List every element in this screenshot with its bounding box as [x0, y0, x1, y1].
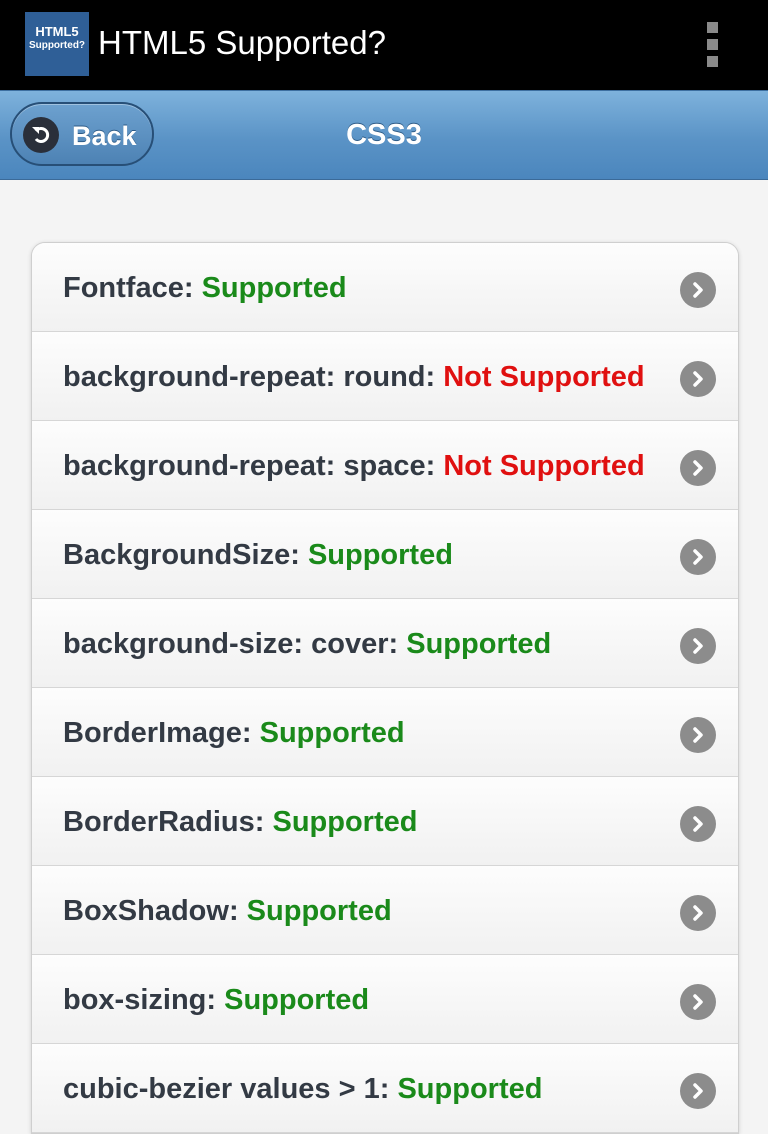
feature-name: BorderRadius: [63, 806, 273, 838]
feature-name: BackgroundSize: [63, 539, 308, 571]
feature-name: background-repeat: space: [63, 450, 444, 482]
list-item[interactable]: cubic-bezier values > 1: Supported [32, 1044, 738, 1133]
chevron-right-icon[interactable] [680, 1073, 716, 1109]
feature-status: Not Supported [443, 361, 645, 393]
feature-status: Not Supported [443, 450, 645, 482]
feature-status: Supported [397, 1073, 543, 1105]
feature-name: box-sizing: [63, 984, 225, 1016]
feature-name: background-size: cover: [63, 628, 407, 660]
list-item[interactable]: background-size: cover: Supported [32, 599, 738, 688]
feature-label: BorderImage: Supported [63, 717, 653, 750]
feature-label: BoxShadow: Supported [63, 895, 653, 928]
feature-status: Supported [224, 984, 370, 1016]
list-item[interactable]: background-repeat: space: Not Supported [32, 421, 738, 510]
back-button[interactable]: Back [10, 102, 154, 166]
feature-label: background-repeat: round: Not Supported [63, 361, 653, 394]
feature-name: cubic-bezier values > 1: [63, 1073, 398, 1105]
list-item[interactable]: BorderImage: Supported [32, 688, 738, 777]
list-item[interactable]: BackgroundSize: Supported [32, 510, 738, 599]
chevron-right-icon[interactable] [680, 539, 716, 575]
feature-status: Supported [201, 272, 347, 304]
chevron-right-icon[interactable] [680, 895, 716, 931]
overflow-menu-icon[interactable] [700, 22, 724, 68]
action-bar: HTML5 Supported? HTML5 Supported? [0, 0, 768, 90]
feature-name: BorderImage: [63, 717, 260, 749]
feature-status: Supported [259, 717, 405, 749]
list-item[interactable]: Fontface: Supported [32, 243, 738, 332]
chevron-right-icon[interactable] [680, 984, 716, 1020]
chevron-right-icon[interactable] [680, 628, 716, 664]
app-logo-line2: Supported? [28, 39, 86, 51]
feature-label: cubic-bezier values > 1: Supported [63, 1073, 653, 1106]
chevron-right-icon[interactable] [680, 717, 716, 753]
chevron-right-icon[interactable] [680, 806, 716, 842]
app-title: HTML5 Supported? [98, 24, 386, 61]
feature-list: Fontface: Supported background-repeat: ro… [31, 242, 739, 1134]
app-logo-line1: HTML5 [35, 24, 79, 39]
feature-label: Fontface: Supported [63, 272, 653, 305]
list-item[interactable]: background-repeat: round: Not Supported [32, 332, 738, 421]
feature-name: BoxShadow: [63, 895, 247, 927]
feature-label: background-size: cover: Supported [63, 628, 653, 661]
app-logo-icon[interactable]: HTML5 Supported? [25, 12, 89, 76]
feature-label: BackgroundSize: Supported [63, 539, 653, 572]
feature-label: BorderRadius: Supported [63, 806, 653, 839]
page-header: CSS3 Back [0, 90, 768, 180]
feature-name: Fontface: [63, 272, 202, 304]
feature-status: Supported [406, 628, 552, 660]
list-item[interactable]: BoxShadow: Supported [32, 866, 738, 955]
back-button-label: Back [72, 121, 137, 151]
list-item[interactable]: BorderRadius: Supported [32, 777, 738, 866]
feature-status: Supported [307, 539, 453, 571]
chevron-right-icon[interactable] [680, 450, 716, 486]
feature-label: box-sizing: Supported [63, 984, 653, 1017]
feature-status: Supported [246, 895, 392, 927]
chevron-right-icon[interactable] [680, 272, 716, 308]
back-arrow-icon [23, 117, 59, 153]
feature-label: background-repeat: space: Not Supported [63, 450, 653, 483]
list-item[interactable]: box-sizing: Supported [32, 955, 738, 1044]
chevron-right-icon[interactable] [680, 361, 716, 397]
feature-status: Supported [272, 806, 418, 838]
feature-name: background-repeat: round: [63, 361, 444, 393]
